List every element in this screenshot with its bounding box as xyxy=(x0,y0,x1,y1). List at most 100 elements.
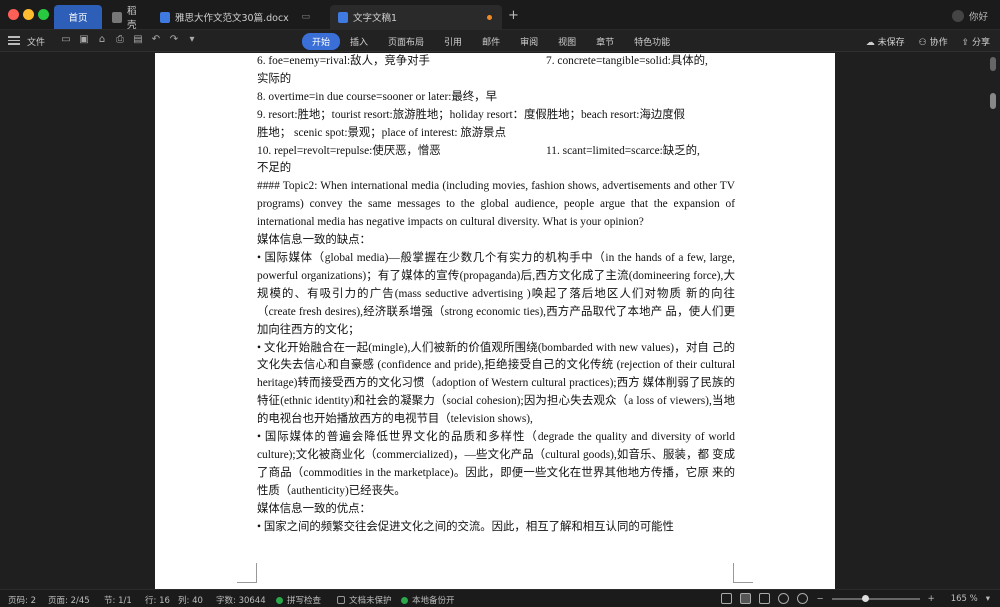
ribbon-tab-insert[interactable]: 插入 xyxy=(340,33,378,50)
status-section: 节: 1/1 xyxy=(104,596,132,606)
print-icon[interactable]: ⎙ xyxy=(114,34,126,46)
collab-button[interactable]: ⚇ 协作 xyxy=(919,35,948,48)
scroll-thumb[interactable] xyxy=(990,93,996,109)
status-right: − + 165 % ▾ xyxy=(721,593,990,604)
document-content[interactable]: 6. foe=enemy=rival:敌人，竞争对手 7. concrete=ta… xyxy=(257,53,735,536)
page-view-icon[interactable] xyxy=(740,593,752,604)
zoom-slider-knob[interactable] xyxy=(862,594,870,602)
status-word-count[interactable]: 字数: 30644 xyxy=(216,594,266,606)
tab-daoke[interactable]: 稻壳 xyxy=(104,5,152,31)
vocab-line: 6. foe=enemy=rival:敌人，竞争对手 7. concrete=ta… xyxy=(257,53,735,71)
fullscreen-icon[interactable] xyxy=(721,593,733,604)
ribbon-tab-layout[interactable]: 页面布局 xyxy=(378,33,434,50)
document-icon xyxy=(338,11,348,23)
customize-icon[interactable]: ▾ xyxy=(186,34,198,46)
toolbar: 文件 ▭ ▣ ⌂ ⎙ ▤ ↶ ↷ ▾ 开始 插入 页面布局 引用 邮件 审阅 视… xyxy=(0,30,1000,52)
minimize-window-button[interactable] xyxy=(23,9,34,20)
unsaved-dot-icon xyxy=(487,14,492,20)
unsaved-label: 未保存 xyxy=(877,38,905,48)
bullet-paragraph: • 国际媒体（global media)—般掌握在少数几个有实力的机构手中（in… xyxy=(257,251,735,336)
backup-label: 本地备份开 xyxy=(412,596,455,606)
title-bar: 首页 稻壳 雅思大作文范文30篇.docx ▭ 文字文稿1 + 你好 xyxy=(0,0,1000,31)
spell-check-label: 拼写检查 xyxy=(287,596,322,606)
vocab-line: 不足的 xyxy=(257,162,292,175)
protect-button[interactable]: 文档未保护 xyxy=(337,594,392,606)
status-line: 行: 16 xyxy=(145,596,170,606)
zoom-dropdown-icon[interactable]: ▾ xyxy=(986,594,990,604)
file-menu[interactable]: 文件 xyxy=(27,35,45,48)
tab-doc1[interactable]: 文字文稿1 xyxy=(330,5,502,29)
undo-icon[interactable]: ↶ xyxy=(150,34,162,46)
share-label: 分享 xyxy=(971,38,990,48)
protect-label: 文档未保护 xyxy=(349,596,392,606)
unsaved-button[interactable]: ☁ 未保存 xyxy=(866,35,905,48)
vocab-item-10: 10. repel=revolt=repulse:使厌恶，憎恶 xyxy=(257,144,441,157)
ribbon-tab-mail[interactable]: 邮件 xyxy=(472,33,510,50)
backup-button[interactable]: 本地备份开 xyxy=(401,594,455,606)
bullet-paragraph: • 文化开始融合在一起(mingle),人们被新的价值观所围绕(bombarde… xyxy=(257,341,735,426)
redo-icon[interactable]: ↷ xyxy=(168,34,180,46)
new-tab-button[interactable]: + xyxy=(508,8,519,23)
tab-docx[interactable]: 雅思大作文范文30篇.docx ▭ xyxy=(152,5,322,29)
margin-corner-mark xyxy=(237,563,257,583)
topic-paragraph: #### Topic2: When international media (i… xyxy=(257,180,735,229)
vocab-item-11: 11. scant=limited=scarce:缺乏的, xyxy=(546,144,700,157)
zoom-slider[interactable] xyxy=(831,594,920,602)
zoom-window-button[interactable] xyxy=(38,9,49,20)
format-painter-icon[interactable]: ⌂ xyxy=(96,34,108,46)
tab-doc1-label: 文字文稿1 xyxy=(353,13,398,24)
check-icon xyxy=(276,597,283,604)
spell-check-button[interactable]: 拼写检查 xyxy=(276,594,321,606)
zoom-level[interactable]: 165 % xyxy=(951,594,978,604)
document-workspace: 6. foe=enemy=rival:敌人，竞争对手 7. concrete=ta… xyxy=(0,53,1000,589)
vocab-line: 10. repel=revolt=repulse:使厌恶，憎恶 11. scant… xyxy=(257,143,735,161)
pros-heading: 媒体信息一致的优点： xyxy=(257,502,371,515)
bullet-paragraph: • 国际媒体的普遍会降低世界文化的品质和多样性（degrade the qual… xyxy=(257,431,735,497)
ribbon-tab-section[interactable]: 章节 xyxy=(586,33,624,50)
shield-icon xyxy=(337,596,345,604)
ribbon-tab-references[interactable]: 引用 xyxy=(434,33,472,50)
document-page[interactable]: 6. foe=enemy=rival:敌人，竞争对手 7. concrete=ta… xyxy=(155,53,835,589)
ribbon-tab-features[interactable]: 特色功能 xyxy=(624,33,680,50)
status-bar: 页码: 2 页面: 2/45 节: 1/1 行: 16 列: 40 字数: 30… xyxy=(0,589,1000,607)
margin-corner-mark xyxy=(733,563,753,583)
zoom-out-button[interactable]: − xyxy=(816,594,823,604)
user-greeting[interactable]: 你好 xyxy=(951,9,988,23)
backup-icon xyxy=(401,597,408,604)
close-window-button[interactable] xyxy=(8,9,19,20)
status-page-number[interactable]: 页码: 2 xyxy=(8,594,36,606)
tab-docx-label: 雅思大作文范文30篇.docx xyxy=(175,13,289,24)
zoom-in-button[interactable]: + xyxy=(928,594,935,604)
outline-view-icon[interactable] xyxy=(759,593,771,604)
document-icon xyxy=(160,11,170,23)
tab-home-label: 首页 xyxy=(68,13,88,24)
ribbon-tab-view[interactable]: 视图 xyxy=(548,33,586,50)
screen-icon: ▭ xyxy=(301,12,310,22)
status-pages[interactable]: 页面: 2/45 xyxy=(48,594,90,606)
vocab-line: 实际的 xyxy=(257,72,292,85)
vertical-scrollbar[interactable] xyxy=(986,53,1000,589)
collab-label: 协作 xyxy=(929,38,948,48)
status-column: 列: 40 xyxy=(178,596,203,606)
open-folder-icon[interactable]: ▭ xyxy=(60,34,72,46)
menu-icon[interactable] xyxy=(8,34,20,46)
tab-home[interactable]: 首页 xyxy=(54,5,102,29)
ribbon-tab-review[interactable]: 审阅 xyxy=(510,33,548,50)
scroll-thumb-small[interactable] xyxy=(990,57,996,71)
toolbar-right: ☁ 未保存 ⚇ 协作 ⇪ 分享 xyxy=(866,35,990,48)
eye-protection-icon[interactable] xyxy=(797,593,809,604)
share-button[interactable]: ⇪ 分享 xyxy=(962,35,990,48)
vocab-item-6: 6. foe=enemy=rival:敌人，竞争对手 xyxy=(257,55,430,67)
ribbon-tabs: 开始 插入 页面布局 引用 邮件 审阅 视图 章节 特色功能 xyxy=(302,33,680,50)
web-view-icon[interactable] xyxy=(778,593,790,604)
vocab-line: 胜地； scenic spot:景观；place of interest: 旅游… xyxy=(257,126,506,139)
ribbon-tab-home[interactable]: 开始 xyxy=(302,33,341,50)
daoke-icon xyxy=(112,11,122,23)
quick-access-icons: ▭ ▣ ⌂ ⎙ ▤ ↶ ↷ ▾ xyxy=(60,34,198,46)
save-icon[interactable]: ▣ xyxy=(78,34,90,46)
cons-heading: 媒体信息一致的缺点： xyxy=(257,234,371,247)
greeting-label: 你好 xyxy=(968,12,988,23)
tab-daoke-label: 稻壳 xyxy=(127,6,137,31)
vocab-item-7: 7. concrete=tangible=solid:具体的, xyxy=(546,55,708,67)
print-preview-icon[interactable]: ▤ xyxy=(132,34,144,46)
